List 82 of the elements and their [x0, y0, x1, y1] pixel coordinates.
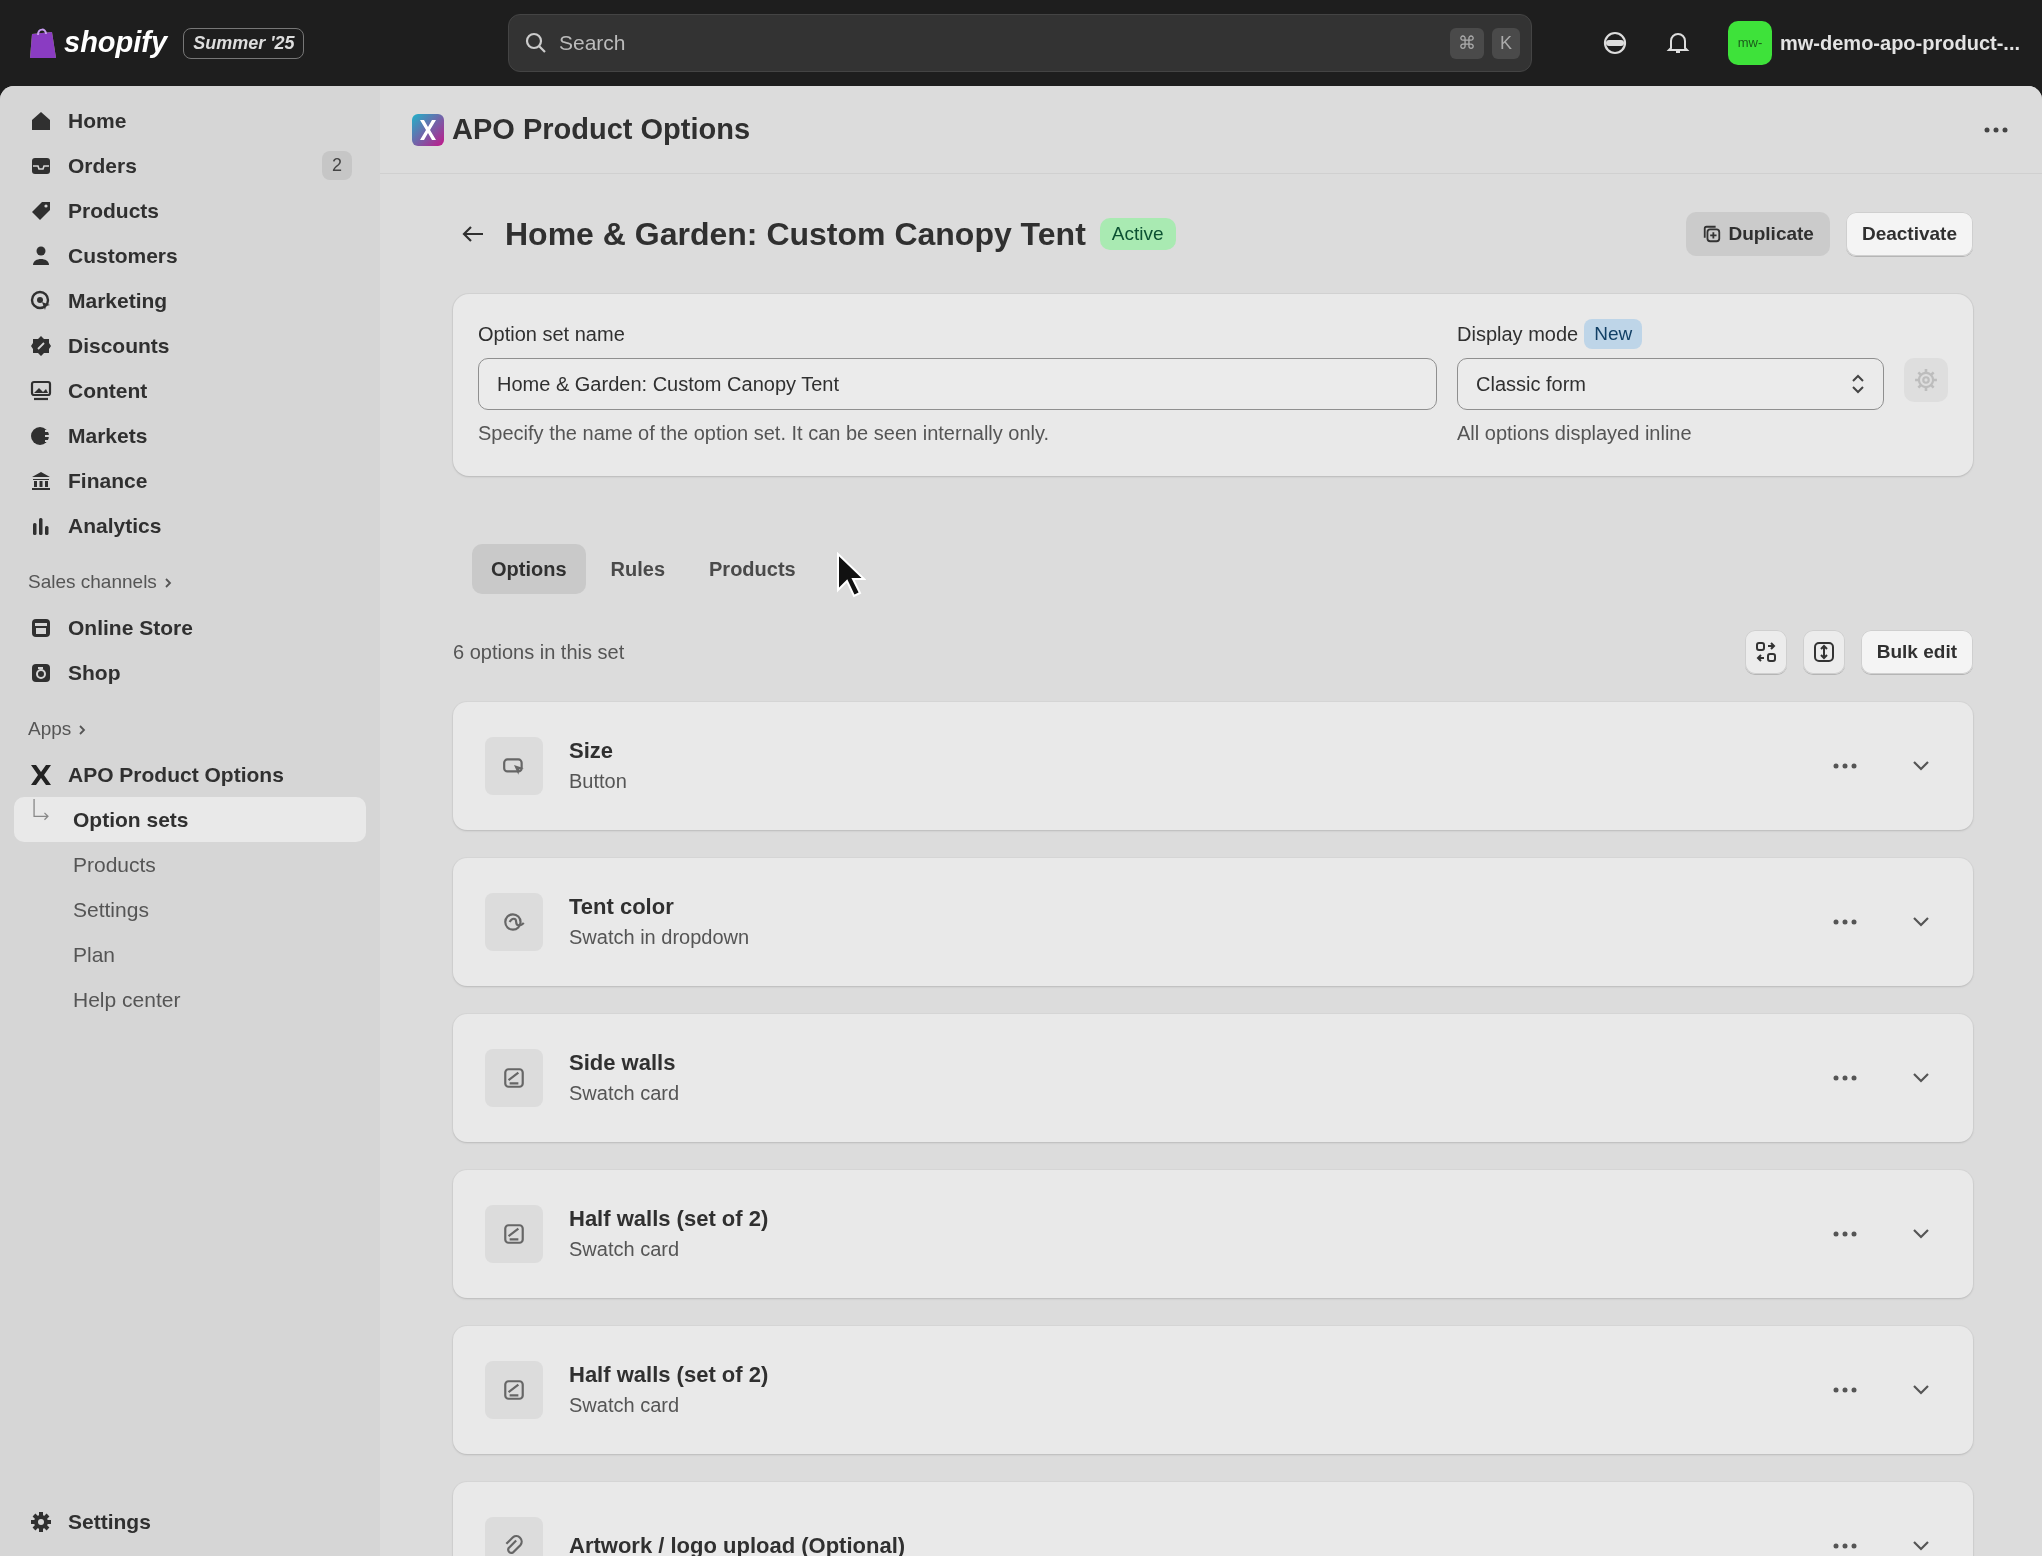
name-input-field[interactable]: Home & Garden: Custom Canopy Tent — [478, 358, 1437, 410]
sidebar-item[interactable]: Markets — [14, 413, 366, 458]
tab[interactable]: Products — [690, 544, 815, 594]
back-arrow-icon[interactable] — [461, 224, 485, 244]
house-icon — [30, 109, 52, 132]
help-text: All options displayed inline — [1457, 421, 1693, 446]
option-type: Swatch card — [569, 1393, 681, 1419]
gear-icon — [1914, 368, 1938, 392]
target-icon — [30, 289, 52, 312]
store-avatar[interactable]: mw- — [1728, 21, 1772, 65]
search-icon — [525, 32, 547, 54]
sidebar-item[interactable]: Customers — [14, 233, 366, 278]
new-badge: New — [1584, 318, 1643, 350]
sidebar-item[interactable]: Discounts — [14, 323, 366, 368]
expand-icon[interactable] — [1802, 629, 1845, 674]
x-logo-icon — [30, 763, 52, 786]
app-title: APO Product Options — [452, 111, 751, 147]
discount-icon — [30, 334, 52, 357]
shopping-bag-icon — [28, 26, 58, 60]
option-title: Tent color — [569, 892, 675, 921]
sidebar-item[interactable]: Products — [14, 842, 366, 887]
tag-icon — [30, 199, 52, 222]
options-count: 6 options in this set — [453, 640, 625, 665]
option-title: Size — [569, 736, 615, 765]
status-badge: Active — [1099, 217, 1176, 251]
logo-text: shopify — [64, 25, 168, 61]
swap-icon[interactable] — [1744, 629, 1787, 674]
sidebar-item[interactable]: Help center — [14, 977, 366, 1022]
edition-label: Summer '25 — [183, 27, 305, 59]
sidebar-item[interactable]: APO Product Options — [14, 752, 366, 797]
card-image-icon — [502, 1066, 526, 1090]
display-mode-select[interactable]: Classic form — [1457, 358, 1884, 410]
option-title: Half walls (set of 2) — [569, 1204, 769, 1233]
bulk-edit-button[interactable]: Bulk edit — [1860, 629, 1973, 675]
sidebar-item[interactable]: Marketing — [14, 278, 366, 323]
sidebar-item[interactable]: Plan — [14, 932, 366, 977]
option-title: Side walls — [569, 1048, 677, 1077]
shortcut-key: ⌘ — [1450, 28, 1484, 59]
sidebar-item[interactable]: Orders 2 — [14, 143, 366, 188]
settings-icon — [30, 1510, 52, 1533]
sidebar-item[interactable]: Settings — [14, 887, 366, 932]
sidebar-item[interactable]: Option sets — [14, 797, 366, 842]
sidebar-item[interactable]: Shop — [14, 650, 366, 695]
page-title: Home & Garden: Custom Canopy Tent — [505, 214, 1086, 254]
tab[interactable]: Options — [472, 544, 586, 594]
more-icon[interactable] — [1984, 126, 2008, 133]
action-button[interactable]: Deactivate — [1845, 211, 1973, 257]
storefront-icon — [30, 616, 52, 639]
person-icon — [30, 244, 52, 267]
sidebar-item[interactable]: Content — [14, 368, 366, 413]
help-text: Specify the name of the option set. It can be seen internally only. — [478, 421, 1051, 446]
bell-icon[interactable] — [1666, 31, 1690, 55]
bank-icon — [30, 469, 52, 492]
option-type: Swatch card — [569, 1081, 680, 1107]
field-label: Option set name — [478, 322, 625, 347]
option-title: Half walls (set of 2) — [569, 1360, 769, 1389]
sidebar-item[interactable]: Settings — [14, 1499, 366, 1544]
sidebar-item[interactable]: Products — [14, 188, 366, 233]
option-type: Swatch card — [569, 1237, 681, 1263]
section-heading[interactable]: Apps — [28, 715, 72, 744]
card-image-icon — [502, 1378, 526, 1402]
option-type: Button — [569, 769, 627, 795]
option-type: Swatch in dropdown — [569, 925, 750, 951]
duplicate-icon — [1702, 224, 1723, 244]
image-icon — [30, 379, 52, 402]
sidebar-item[interactable]: Home — [14, 98, 366, 143]
count-badge: 2 — [322, 151, 352, 180]
action-button[interactable]: Duplicate — [1686, 211, 1830, 257]
chevron-right-icon — [162, 576, 173, 589]
sidebar-item[interactable]: Analytics — [14, 503, 366, 548]
sidebar-item[interactable]: Online Store — [14, 605, 366, 650]
app-logo-icon — [412, 113, 444, 146]
card-image-icon — [502, 1222, 526, 1246]
chevron-up-down-icon — [1851, 372, 1865, 396]
swatch-icon — [502, 910, 526, 934]
cursor-icon — [836, 552, 866, 598]
field-label: Display mode — [1457, 322, 1579, 347]
section-heading[interactable]: Sales channels — [28, 568, 157, 597]
tab[interactable]: Rules — [591, 544, 684, 594]
store-name[interactable]: mw-demo-apo-product-... — [1780, 28, 2020, 58]
chevron-right-icon — [77, 723, 88, 736]
sidebar-item[interactable]: Finance — [14, 458, 366, 503]
